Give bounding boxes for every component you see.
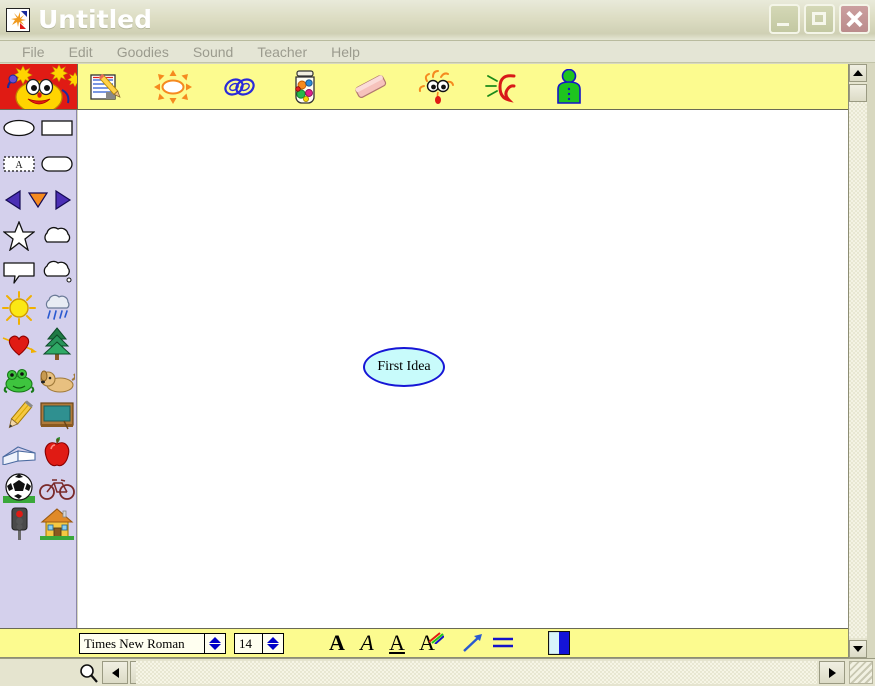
scroll-left-arrow[interactable] bbox=[102, 661, 128, 684]
underline-button[interactable]: A bbox=[382, 630, 412, 656]
close-button[interactable] bbox=[839, 4, 870, 34]
scroll-up-arrow[interactable] bbox=[849, 64, 867, 82]
person-icon[interactable] bbox=[548, 67, 590, 107]
bold-button[interactable]: A bbox=[322, 630, 352, 656]
font-size-spinner[interactable] bbox=[263, 632, 284, 654]
vertical-scrollbar[interactable] bbox=[848, 64, 867, 658]
italic-button[interactable]: A bbox=[352, 630, 382, 656]
menu-item-teacher[interactable]: Teacher bbox=[245, 44, 319, 60]
frog-icon[interactable] bbox=[1, 363, 37, 397]
font-size-input[interactable]: 14 bbox=[234, 632, 263, 654]
toolbar-buttons bbox=[86, 64, 590, 110]
palette-row bbox=[0, 506, 76, 542]
color-streak-icon bbox=[428, 632, 444, 644]
vertical-scroll-track[interactable] bbox=[849, 102, 867, 638]
window-controls bbox=[769, 4, 870, 34]
rapidfire-sun-icon[interactable] bbox=[152, 67, 194, 107]
arrow-left-icon[interactable] bbox=[0, 183, 25, 217]
format-toolbar: Times New Roman 14 A A A A bbox=[0, 628, 848, 658]
align-button[interactable] bbox=[488, 630, 518, 656]
palette-row bbox=[0, 470, 76, 506]
palette-row bbox=[0, 434, 76, 470]
oval-shape-icon[interactable] bbox=[1, 111, 37, 145]
palette-row bbox=[0, 362, 76, 398]
pine-tree-icon[interactable] bbox=[39, 327, 75, 361]
menu-item-sound[interactable]: Sound bbox=[181, 44, 245, 60]
heart-icon[interactable] bbox=[1, 327, 37, 361]
italic-label: A bbox=[360, 630, 374, 655]
idea-node-label: First Idea bbox=[377, 359, 431, 374]
rectangle-shape-icon[interactable] bbox=[39, 111, 75, 145]
palette-row bbox=[0, 254, 76, 290]
align-lines-icon bbox=[493, 637, 513, 648]
cloud-shape-icon[interactable] bbox=[39, 219, 75, 253]
listening-ear-icon[interactable] bbox=[482, 67, 524, 107]
font-name-spinner[interactable] bbox=[205, 632, 226, 654]
arrow-down-icon[interactable] bbox=[25, 183, 50, 217]
menu-item-file[interactable]: File bbox=[10, 44, 57, 60]
menu-item-edit[interactable]: Edit bbox=[57, 44, 105, 60]
house-icon[interactable] bbox=[39, 507, 75, 541]
rain-cloud-icon[interactable] bbox=[39, 291, 75, 325]
idea-node[interactable]: First Idea bbox=[363, 347, 445, 387]
magnifier-zoom-icon[interactable] bbox=[78, 661, 100, 684]
open-book-icon[interactable] bbox=[1, 435, 37, 469]
sun-icon[interactable] bbox=[1, 291, 37, 325]
pencil-icon[interactable] bbox=[1, 399, 37, 433]
svg-text:A: A bbox=[15, 160, 23, 171]
document-canvas[interactable]: First Idea bbox=[78, 110, 848, 628]
minimize-button[interactable] bbox=[769, 4, 800, 34]
maximize-button[interactable] bbox=[804, 4, 835, 34]
rounded-rect-shape-icon[interactable] bbox=[39, 147, 75, 181]
arrow-right-icon[interactable] bbox=[51, 183, 76, 217]
palette-row bbox=[0, 218, 76, 254]
bold-label: A bbox=[329, 630, 345, 655]
symbol-jar-icon[interactable] bbox=[284, 67, 326, 107]
star-shape-icon[interactable] bbox=[1, 219, 37, 253]
soccer-ball-icon[interactable] bbox=[1, 471, 37, 505]
palette-row bbox=[0, 398, 76, 434]
horizontal-scroll-track[interactable] bbox=[136, 661, 817, 684]
palette-row: A bbox=[0, 146, 76, 182]
main-toolbar bbox=[0, 64, 848, 110]
font-color-button[interactable]: A bbox=[412, 630, 444, 656]
vertical-scroll-thumb[interactable] bbox=[849, 84, 867, 102]
apple-icon[interactable] bbox=[39, 435, 75, 469]
symbol-palette: A bbox=[0, 110, 77, 628]
palette-row bbox=[0, 326, 76, 362]
traffic-light-icon[interactable] bbox=[1, 507, 37, 541]
menu-item-help[interactable]: Help bbox=[319, 44, 372, 60]
diagonal-arrow-icon bbox=[463, 634, 482, 652]
scroll-right-arrow[interactable] bbox=[819, 661, 845, 684]
dog-icon[interactable] bbox=[39, 363, 75, 397]
smiling-sun-mascot-icon bbox=[0, 64, 78, 109]
thought-bubble-icon[interactable] bbox=[39, 255, 75, 289]
chain-link-icon[interactable] bbox=[218, 67, 260, 107]
palette-row bbox=[0, 290, 76, 326]
kidspiration-starburst-icon bbox=[6, 8, 30, 32]
text-box-shape-icon[interactable]: A bbox=[1, 147, 37, 181]
menu-item-goodies[interactable]: Goodies bbox=[105, 44, 181, 60]
eraser-icon[interactable] bbox=[350, 67, 392, 107]
menu-bar: File Edit Goodies Sound Teacher Help bbox=[0, 41, 875, 63]
fill-color-swatch[interactable] bbox=[544, 630, 574, 656]
palette-row bbox=[0, 110, 76, 146]
chalkboard-icon[interactable] bbox=[39, 399, 75, 433]
underline-label: A bbox=[389, 630, 405, 655]
color-swatch-icon bbox=[548, 631, 570, 655]
writing-view-icon[interactable] bbox=[86, 67, 128, 107]
line-style-button[interactable] bbox=[458, 630, 488, 656]
horizontal-scrollbar[interactable] bbox=[0, 658, 875, 686]
bicycle-icon[interactable] bbox=[39, 471, 75, 505]
application-window: Untitled File Edit Goodies Sound Teacher… bbox=[0, 0, 875, 686]
window-title: Untitled bbox=[38, 5, 152, 34]
title-bar: Untitled bbox=[0, 0, 875, 41]
palette-row bbox=[0, 182, 76, 218]
silly-face-icon[interactable] bbox=[416, 67, 458, 107]
scroll-down-arrow[interactable] bbox=[849, 640, 867, 658]
resize-grip[interactable] bbox=[849, 661, 873, 684]
font-name-input[interactable]: Times New Roman bbox=[79, 632, 205, 654]
speech-bubble-icon[interactable] bbox=[1, 255, 37, 289]
